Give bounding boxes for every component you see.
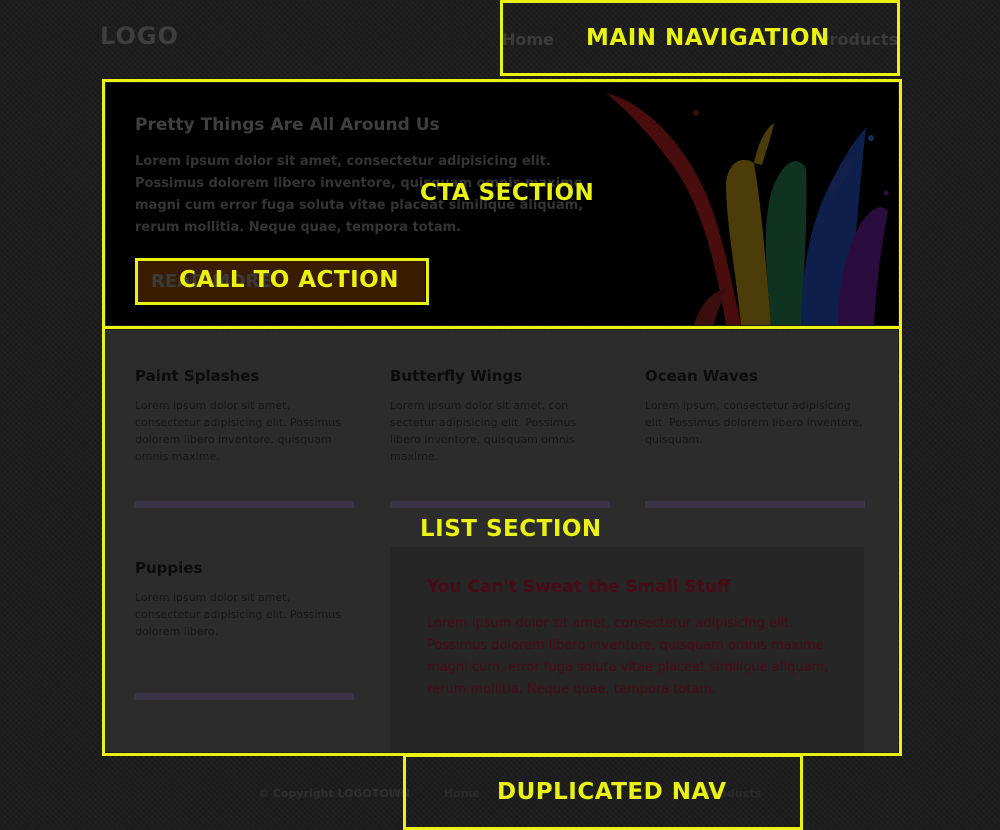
list-section-label: LIST SECTION bbox=[420, 516, 602, 542]
main-navigation-label: MAIN NAVIGATION bbox=[586, 25, 830, 51]
cta-section-label: CTA SECTION bbox=[420, 180, 595, 206]
duplicated-nav-label: DUPLICATED NAV bbox=[497, 779, 727, 805]
footer-copyright: © Copyright LOGOTOWN bbox=[258, 787, 411, 800]
call-to-action-label: CALL TO ACTION bbox=[179, 267, 399, 293]
logo[interactable]: LOGO bbox=[100, 22, 179, 50]
